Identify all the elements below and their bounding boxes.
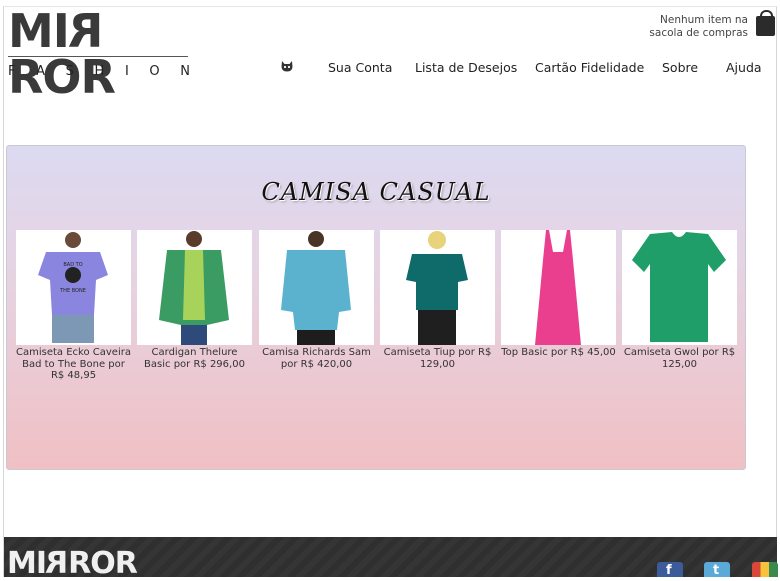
panel-title: CAMISA CASUAL [261,178,491,206]
product-caption[interactable]: Camiseta Ecko Caveira Bad to The Bone po… [16,347,131,382]
product-illustration: BAD TO THE BONE [38,232,108,343]
bag-status[interactable]: Nenhum item na sacola de compras [638,14,748,40]
product-card[interactable]: Top Basic por R$ 45,00 [501,230,616,359]
product-image[interactable] [501,230,616,345]
nav-lista-desejos[interactable]: Lista de Desejos [415,60,517,75]
facebook-icon[interactable]: f [657,562,683,578]
logo-letter: O [149,64,160,79]
product-card[interactable]: Camisa Richards Sam por R$ 420,00 [259,230,374,370]
product-caption[interactable]: Cardigan Thelure Basic por R$ 296,00 [137,347,252,370]
product-illustration [632,232,726,342]
product-card[interactable]: Camiseta Tiup por R$ 129,00 [380,230,495,370]
product-card[interactable]: BAD TO THE BONE Camiseta Ecko Caveira Bad… [16,230,131,382]
nav-sobre[interactable]: Sobre [662,60,698,75]
logo-char: I [35,546,47,581]
twitter-icon[interactable]: t [704,562,730,578]
product-card[interactable]: Camiseta Gwol por R$ 125,00 [622,230,737,370]
logo-char: R [46,546,69,581]
product-caption[interactable]: Camiseta Gwol por R$ 125,00 [622,347,737,370]
logo-subtitle: F A S H I O N [8,64,190,79]
footer-logo[interactable]: MIRROR [7,546,138,581]
logo-letter: H [94,64,105,79]
logo-char: O [90,546,115,581]
product-illustration [159,231,229,345]
cat-icon[interactable] [281,61,293,72]
logo-letter: I [124,64,129,79]
product-card[interactable]: Cardigan Thelure Basic por R$ 296,00 [137,230,252,370]
product-image[interactable] [622,230,737,345]
nav-sua-conta[interactable]: Sua Conta [328,60,392,75]
product-image[interactable] [380,230,495,345]
logo-char: R [68,546,91,581]
product-caption[interactable]: Camiseta Tiup por R$ 129,00 [380,347,495,370]
product-illustration [281,231,351,345]
bag-status-line1: Nenhum item na [660,14,748,26]
logo-letter: N [180,64,190,79]
twitter-glyph: t [713,563,720,578]
google-plus-icon[interactable] [752,562,778,577]
logo-divider [8,56,188,57]
product-caption[interactable]: Top Basic por R$ 45,00 [501,347,616,359]
svg-text:BAD TO: BAD TO [63,262,82,268]
product-image[interactable] [137,230,252,345]
facebook-glyph: f [666,563,672,578]
product-list: BAD TO THE BONE Camiseta Ecko Caveira Bad… [16,230,741,390]
product-image[interactable] [259,230,374,345]
brand-logo[interactable]: MIRROR F A S H I O N [8,4,190,100]
nav-cartao-fidelidade[interactable]: Cartão Fidelidade [535,60,644,75]
logo-char: M [7,546,37,581]
logo-letter: S [65,64,74,79]
product-caption[interactable]: Camisa Richards Sam por R$ 420,00 [259,347,374,370]
logo-letter: F [8,64,16,79]
svg-text:THE BONE: THE BONE [59,288,86,294]
nav-ajuda[interactable]: Ajuda [726,60,762,75]
logo-char: R [114,546,138,581]
logo-letter: A [36,64,46,79]
logo-wordmark: MIRROR [8,4,190,100]
product-image[interactable]: BAD TO THE BONE [16,230,131,345]
product-illustration [406,231,468,345]
featured-panel: CAMISA CASUAL BAD TO THE BONE Camiseta Ec… [6,145,746,470]
logo-char: R [68,4,104,58]
shopping-bag-icon[interactable] [756,10,775,36]
product-illustration [535,230,581,345]
footer: MIRROR f t [4,537,778,581]
bag-status-line2: sacola de compras [649,27,748,39]
